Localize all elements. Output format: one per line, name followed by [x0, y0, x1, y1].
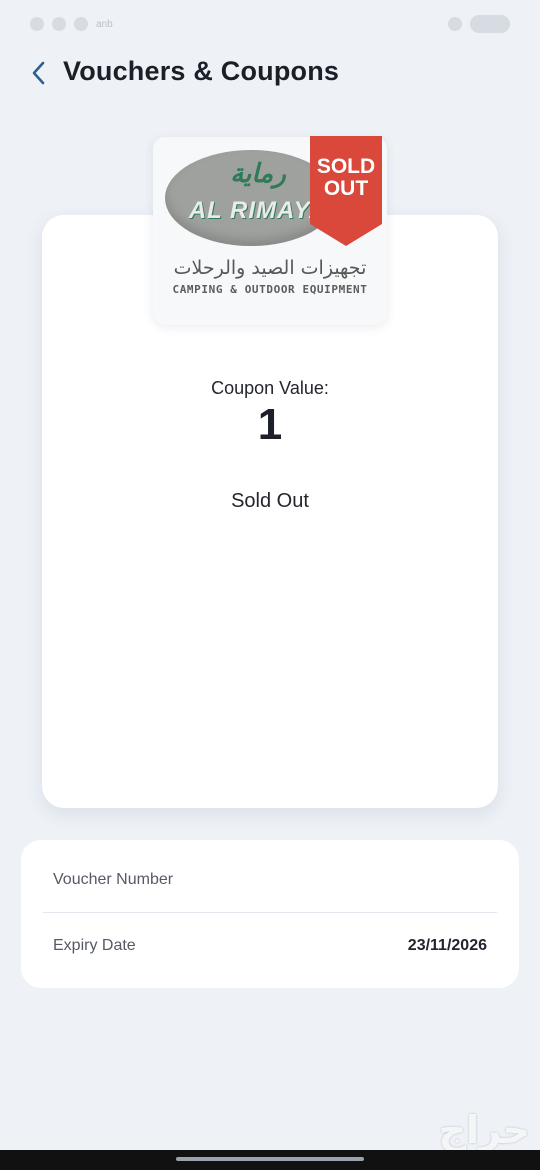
vouchers-screen: anb Vouchers & Coupons رماية AL RIMAYA ت…	[0, 0, 540, 1170]
carrier-label: anb	[96, 18, 113, 30]
coupon-status: Sold Out	[231, 490, 309, 512]
voucher-number-row: Voucher Number	[21, 848, 519, 912]
sold-out-line1: SOLD	[316, 155, 376, 178]
page-title: Vouchers & Coupons	[63, 56, 340, 86]
sold-out-ribbon: SOLD OUT	[310, 136, 382, 246]
logo-tagline-english: CAMPING & OUTDOOR EQUIPMENT	[172, 283, 368, 296]
voucher-details-card: Voucher Number Expiry Date 23/11/2026	[21, 840, 519, 988]
header: Vouchers & Coupons	[0, 48, 540, 98]
divider	[43, 912, 497, 913]
logo-tagline-arabic: تجهيزات الصيد والرحلات	[173, 257, 367, 279]
coupon-value-label: Coupon Value:	[211, 378, 329, 398]
home-indicator[interactable]	[176, 1157, 364, 1161]
coupon-value: 1	[257, 400, 283, 449]
wifi-icon	[448, 17, 462, 31]
notification-icon	[30, 17, 44, 31]
notification-icon	[52, 17, 66, 31]
battery-icon	[470, 15, 510, 33]
notification-icon	[74, 17, 88, 31]
status-bar: anb	[0, 0, 540, 48]
voucher-number-label: Voucher Number	[53, 871, 174, 888]
chevron-left-icon	[32, 61, 45, 85]
expiry-date-label: Expiry Date	[53, 937, 136, 954]
expiry-date-row: Expiry Date 23/11/2026	[21, 914, 519, 978]
watermark-logo: حراج	[438, 1108, 530, 1152]
sold-out-line2: OUT	[323, 177, 369, 200]
sold-out-label: SOLD OUT	[310, 156, 382, 200]
expiry-date-value: 23/11/2026	[407, 937, 487, 954]
status-left: anb	[30, 17, 113, 31]
back-button[interactable]	[22, 56, 56, 90]
status-right	[448, 15, 510, 33]
